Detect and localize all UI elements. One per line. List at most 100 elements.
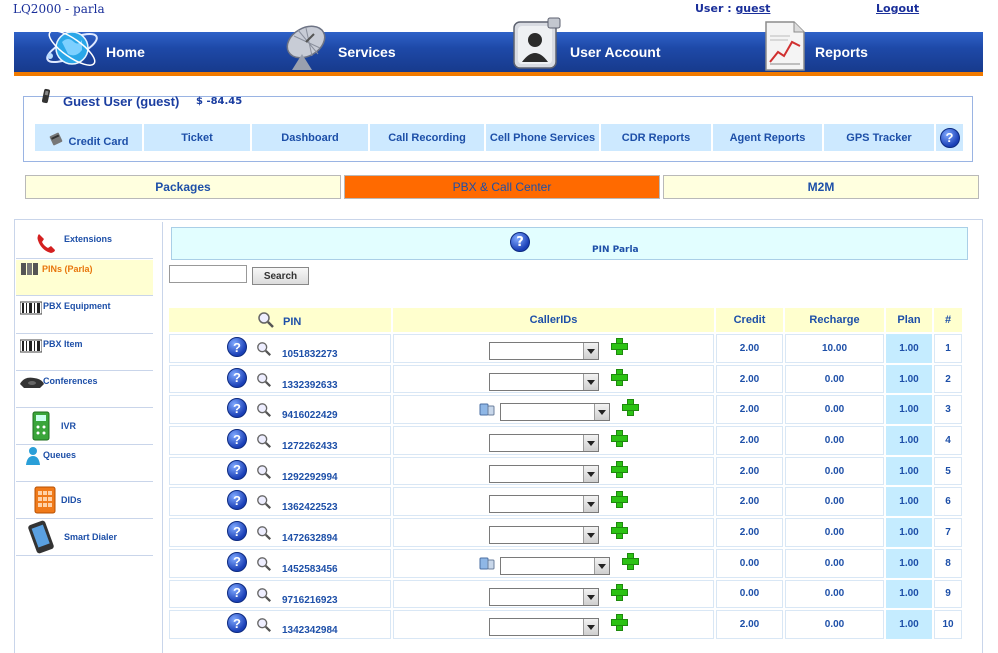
add-callerid-icon[interactable]	[622, 399, 639, 417]
row-number-cell: 1	[934, 334, 962, 363]
pin-value[interactable]: 9716216923	[282, 595, 338, 606]
callerid-select[interactable]	[489, 618, 599, 637]
sidebar-item-queues[interactable]: Queues	[16, 446, 153, 482]
smartphone-icon	[28, 520, 54, 554]
magnifier-icon[interactable]	[256, 402, 272, 418]
cell-phone-icon	[41, 88, 51, 104]
pin-value[interactable]: 1292292994	[282, 472, 338, 483]
add-callerid-icon[interactable]	[622, 552, 639, 570]
pin-value[interactable]: 1472632894	[282, 533, 338, 544]
help-icon[interactable]: ?	[227, 582, 247, 603]
subtab-dashboard[interactable]: Dashboard	[252, 124, 368, 151]
add-callerid-icon[interactable]	[611, 368, 628, 386]
callerid-select[interactable]	[489, 434, 599, 453]
add-callerid-icon[interactable]	[611, 460, 628, 478]
nav-home[interactable]: Home	[42, 30, 145, 72]
plan-cell: 1.00	[886, 426, 932, 455]
credit-cell: 2.00	[716, 426, 783, 455]
add-callerid-icon[interactable]	[611, 583, 628, 601]
sidebar-item-dids[interactable]: DIDs	[16, 483, 153, 519]
help-icon[interactable]: ?	[227, 551, 247, 572]
subtab-agent-reports[interactable]: Agent Reports	[713, 124, 822, 151]
callerid-select[interactable]	[489, 495, 599, 514]
sidebar-item-pbx-item[interactable]: PBX Item	[16, 335, 153, 371]
col-header-pin[interactable]: PIN	[169, 308, 391, 332]
plan-cell: 1.00	[886, 610, 932, 639]
pin-value[interactable]: 9416022429	[282, 410, 338, 421]
magnifier-icon[interactable]	[256, 617, 272, 633]
callerid-select[interactable]	[489, 464, 599, 483]
subtab-cell-phone-services[interactable]: Cell Phone Services	[486, 124, 599, 151]
chevron-down-icon	[594, 404, 609, 421]
user-name-link[interactable]: guest	[735, 2, 770, 15]
magnifier-icon[interactable]	[256, 494, 272, 510]
sidebar-item-extensions[interactable]: Extensions	[16, 222, 153, 259]
help-icon[interactable]: ?	[227, 398, 247, 419]
subtab-help[interactable]: ?	[936, 124, 963, 151]
plan-cell: 1.00	[886, 579, 932, 609]
magnifier-icon[interactable]	[256, 372, 272, 388]
sidebar-item-smart-dialer[interactable]: Smart Dialer	[16, 520, 153, 556]
nav-services[interactable]: Services	[280, 25, 396, 72]
help-icon[interactable]: ?	[227, 337, 247, 357]
subtab-ticket[interactable]: Ticket	[144, 124, 250, 151]
col-header-recharge: Recharge	[785, 308, 884, 332]
add-callerid-icon[interactable]	[611, 430, 628, 448]
search-button[interactable]: Search	[252, 267, 309, 285]
help-icon[interactable]: ?	[227, 459, 247, 480]
sidebar-item-label: DIDs	[61, 495, 82, 505]
pin-value[interactable]: 1452583456	[282, 564, 338, 575]
help-icon[interactable]: ?	[227, 490, 247, 511]
callerid-select[interactable]	[489, 526, 599, 545]
help-icon[interactable]: ?	[510, 232, 530, 252]
conference-phone-icon	[20, 377, 44, 388]
chevron-down-icon	[583, 435, 598, 452]
callerid-select[interactable]	[489, 342, 599, 360]
subtab-cdr-reports[interactable]: CDR Reports	[601, 124, 711, 151]
tab-m2m[interactable]: M2M	[663, 175, 979, 199]
magnifier-icon[interactable]	[256, 341, 272, 357]
help-icon[interactable]: ?	[227, 367, 247, 388]
logout-link[interactable]: Logout	[876, 2, 919, 15]
table-row: ? 1272262433 2.00 0.00 1.00 4	[169, 426, 962, 455]
pin-value[interactable]: 1272262433	[282, 441, 338, 452]
subtab-credit-card[interactable]: Credit Card	[35, 124, 142, 151]
sidebar-item-pbx-equipment[interactable]: PBX Equipment	[16, 297, 153, 334]
tab-pbx-call-center[interactable]: PBX & Call Center	[344, 175, 660, 199]
help-icon[interactable]: ?	[227, 521, 247, 542]
magnifier-icon[interactable]	[256, 556, 272, 572]
sidebar-item-pins[interactable]: PINs (Parla)	[16, 260, 153, 296]
row-number-cell: 9	[934, 579, 962, 609]
sidebar-item-conferences[interactable]: Conferences	[16, 372, 153, 408]
pin-value[interactable]: 1342342984	[282, 625, 338, 636]
callerid-select[interactable]	[500, 556, 610, 575]
magnifier-icon[interactable]	[256, 587, 272, 603]
subtab-call-recording[interactable]: Call Recording	[370, 124, 484, 151]
table-row: ? 1452583456 0.00 0.00 1.00 8	[169, 548, 962, 578]
add-callerid-icon[interactable]	[611, 491, 628, 509]
nav-user-account[interactable]: User Account	[508, 17, 661, 72]
pin-value[interactable]: 1362422523	[282, 502, 338, 513]
search-input[interactable]	[169, 265, 247, 283]
callerid-select[interactable]	[489, 587, 599, 606]
subtab-gps-tracker[interactable]: GPS Tracker	[824, 124, 934, 151]
pin-value[interactable]: 1051832273	[282, 349, 338, 360]
table-row: ? 9716216923 0.00 0.00 1.00 9	[169, 579, 962, 609]
recharge-cell: 0.00	[785, 487, 884, 517]
subtab-label: Agent Reports	[729, 131, 806, 144]
tab-packages[interactable]: Packages	[25, 175, 341, 199]
add-callerid-icon[interactable]	[611, 614, 628, 632]
magnifier-icon[interactable]	[256, 464, 272, 480]
pin-value[interactable]: 1332392633	[282, 380, 338, 391]
callerid-select[interactable]	[500, 403, 610, 422]
nav-reports[interactable]: Reports	[762, 21, 868, 72]
add-callerid-icon[interactable]	[611, 522, 628, 540]
callerid-cell	[393, 334, 714, 363]
help-icon[interactable]: ?	[227, 613, 247, 634]
magnifier-icon[interactable]	[256, 525, 272, 541]
magnifier-icon[interactable]	[256, 433, 272, 449]
callerid-select[interactable]	[489, 372, 599, 391]
add-callerid-icon[interactable]	[611, 338, 628, 355]
sidebar-item-ivr[interactable]: IVR	[16, 409, 153, 445]
help-icon[interactable]: ?	[227, 429, 247, 450]
